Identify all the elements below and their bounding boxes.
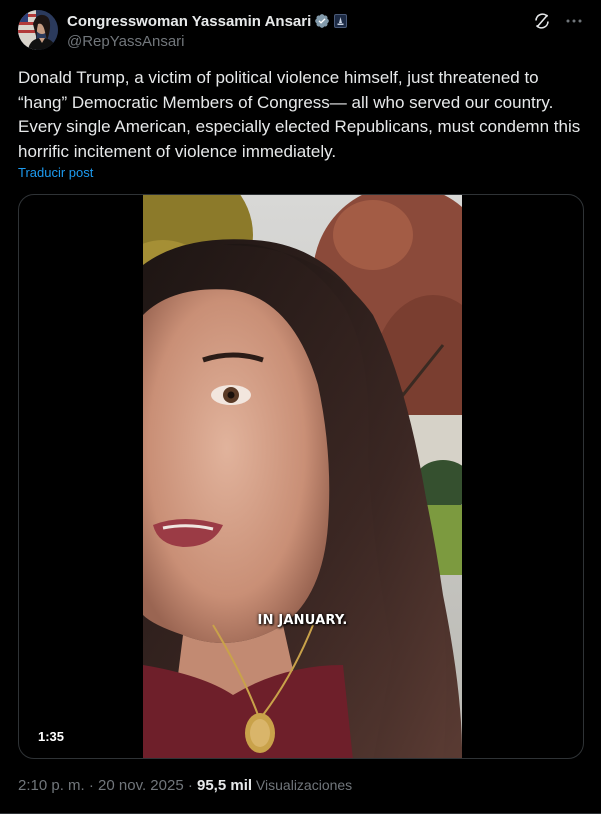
video-caption: IN JANUARY. bbox=[257, 613, 348, 628]
more-options-icon[interactable] bbox=[565, 12, 583, 30]
government-badge-icon[interactable] bbox=[334, 14, 348, 28]
video-duration: 1:35 bbox=[32, 728, 71, 745]
views-count: 95,5 mil bbox=[197, 777, 253, 794]
tweet-header: Congresswoman Yassamin Ansari @RepYassAn… bbox=[18, 10, 583, 52]
tweet-text: Donald Trump, a victim of political viol… bbox=[18, 68, 581, 161]
tweet-meta: 2:10 p. m. · 20 nov. 2025 · 95,5 mil Vis… bbox=[18, 777, 352, 794]
avatar-image bbox=[18, 10, 58, 50]
tweet-card: Congresswoman Yassamin Ansari @RepYassAn… bbox=[0, 0, 601, 814]
video-player[interactable]: IN JANUARY. 1:35 bbox=[18, 194, 584, 759]
tweet-actions bbox=[533, 10, 583, 32]
views-label: Visualizaciones bbox=[252, 777, 353, 793]
grok-icon[interactable] bbox=[533, 12, 551, 30]
display-name-row: Congresswoman Yassamin Ansari bbox=[67, 11, 348, 31]
avatar[interactable] bbox=[18, 10, 58, 50]
video-still bbox=[143, 195, 462, 758]
verified-badge-icon[interactable] bbox=[314, 13, 330, 29]
author-names: Congresswoman Yassamin Ansari @RepYassAn… bbox=[67, 11, 348, 50]
display-name[interactable]: Congresswoman Yassamin Ansari bbox=[67, 13, 311, 30]
tweet-timestamp[interactable]: 2:10 p. m. · 20 nov. 2025 · bbox=[18, 777, 197, 794]
author-handle[interactable]: @RepYassAnsari bbox=[67, 33, 347, 50]
video-frame[interactable]: IN JANUARY. bbox=[143, 195, 462, 758]
translate-post-link[interactable]: Traducir post bbox=[18, 165, 93, 180]
